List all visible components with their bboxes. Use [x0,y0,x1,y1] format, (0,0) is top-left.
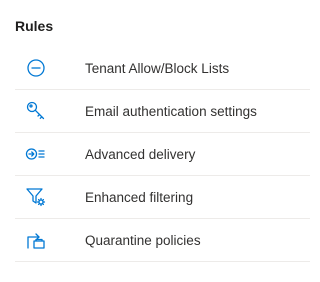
rules-list: Tenant Allow/Block Lists Email authentic… [15,47,310,262]
rule-item-tenant-allow-block-lists[interactable]: Tenant Allow/Block Lists [15,47,310,90]
filter-settings-icon [25,186,47,208]
rule-label: Quarantine policies [85,232,201,248]
advanced-delivery-icon [25,143,47,165]
rule-item-email-authentication-settings[interactable]: Email authentication settings [15,90,310,133]
quarantine-policy-icon [25,229,47,251]
key-icon [25,100,47,122]
rule-label: Tenant Allow/Block Lists [85,60,230,76]
rule-label: Email authentication settings [85,103,257,119]
section-title: Rules [15,18,54,34]
rules-panel: Rules Tenant Allow/Block Lists Email aut… [15,0,310,262]
rule-item-advanced-delivery[interactable]: Advanced delivery [15,133,310,176]
rule-item-quarantine-policies[interactable]: Quarantine policies [15,219,310,262]
rule-item-enhanced-filtering[interactable]: Enhanced filtering [15,176,310,219]
rule-label: Enhanced filtering [85,189,194,205]
rule-label: Advanced delivery [85,146,196,162]
minus-circle-icon [25,57,47,79]
